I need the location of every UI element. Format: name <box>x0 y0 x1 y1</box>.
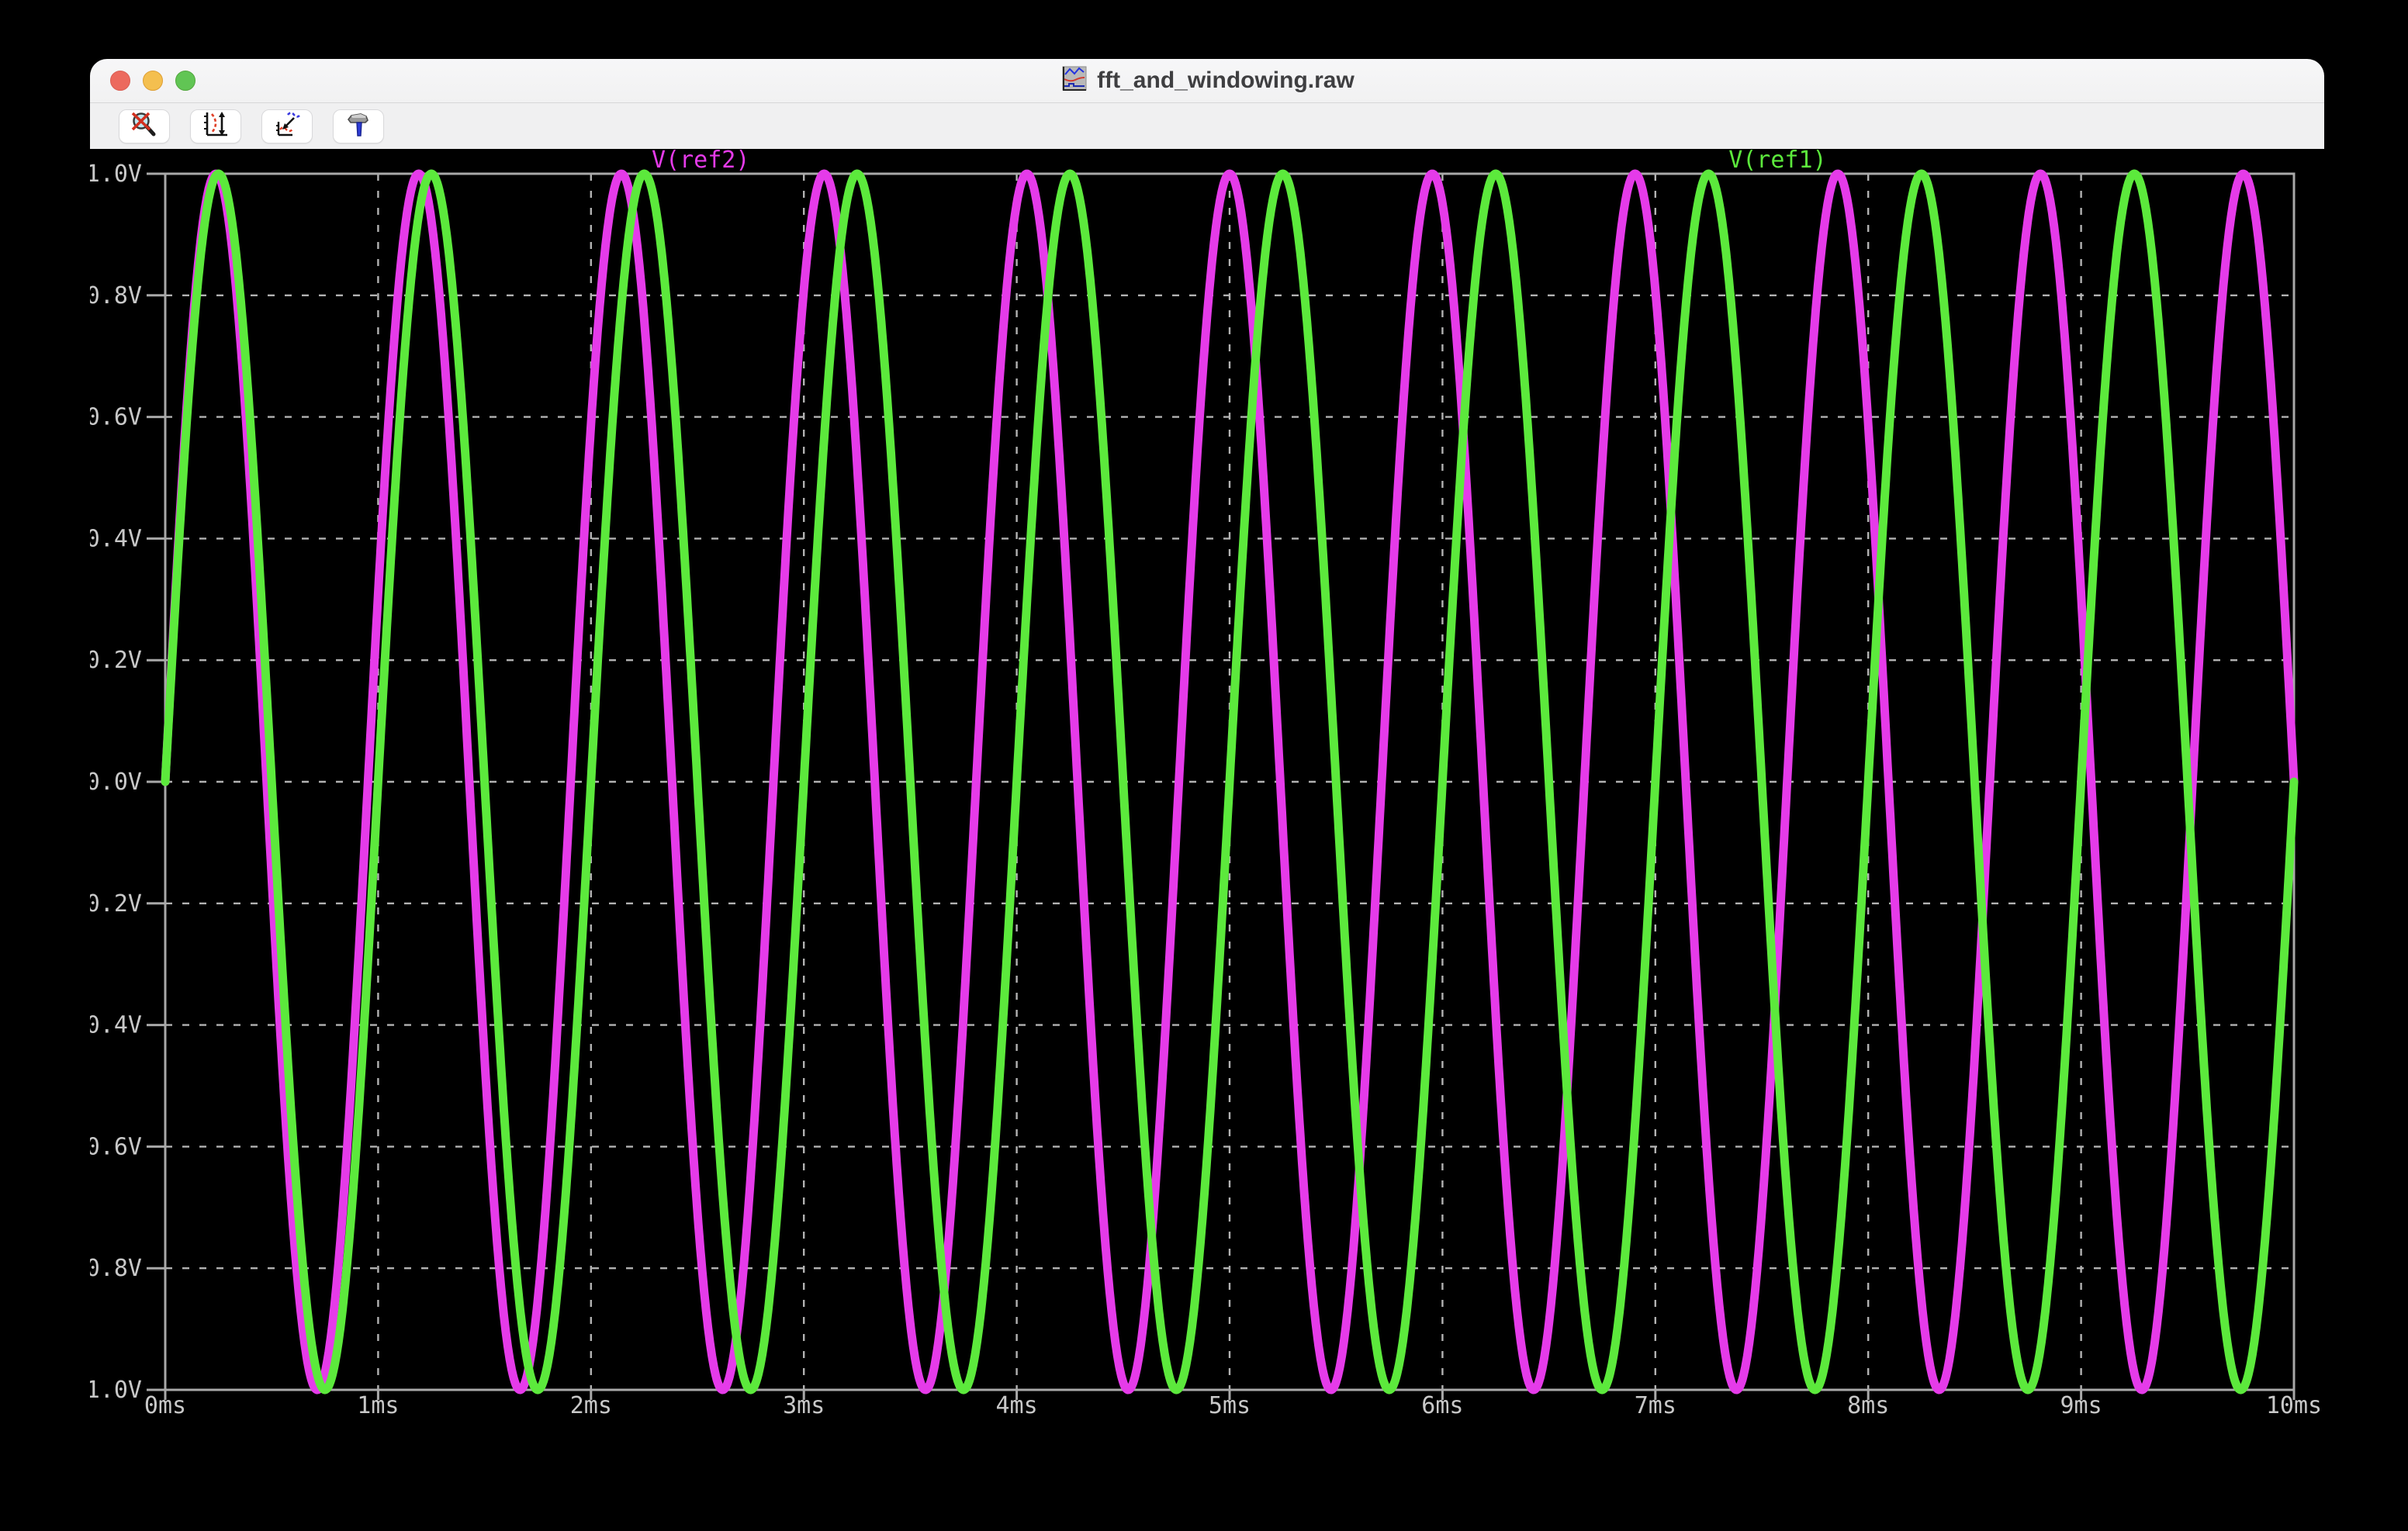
waveform-plot[interactable]: 1.0V 0.8V 0.6V 0.4V 0.2V 0.0V -0.2V -0.4V -0.6V -… <box>90 149 2324 1416</box>
x-axis-label: 9ms <box>2060 1392 2102 1416</box>
y-axis-label: -0.2V <box>90 890 142 918</box>
x-axis-label: 5ms <box>1209 1392 1251 1416</box>
y-axis-label: 0.0V <box>90 769 142 796</box>
window-title: fft_and_windowing.raw <box>1097 67 1354 94</box>
document-waveform-icon <box>1060 65 1088 97</box>
y-axis-label: -0.4V <box>90 1012 142 1039</box>
magnifier-crossed-icon <box>130 111 159 141</box>
y-axis-label: 0.2V <box>90 647 142 674</box>
x-axis-label: 3ms <box>783 1392 825 1416</box>
x-axis-label: 7ms <box>1635 1392 1676 1416</box>
x-axis-label: 1ms <box>357 1392 399 1416</box>
title-bar[interactable]: fft_and_windowing.raw <box>90 59 2324 103</box>
x-axis-label: 8ms <box>1847 1392 1889 1416</box>
trace-label-V(ref2)[interactable]: V(ref2) <box>652 149 749 174</box>
trace-V(ref1) <box>165 174 2294 1390</box>
autorange-y-axis-icon <box>201 111 230 141</box>
trace-label-V(ref1)[interactable]: V(ref1) <box>1728 149 1826 174</box>
plot-pane[interactable]: 1.0V 0.8V 0.6V 0.4V 0.2V 0.0V -0.2V -0.4V -0.6V -… <box>90 149 2324 1416</box>
window-controls <box>90 59 195 102</box>
zoom-button[interactable] <box>175 71 195 91</box>
y-axis-label: 1.0V <box>90 161 142 188</box>
y-axis-label: -0.6V <box>90 1133 142 1160</box>
minimize-button[interactable] <box>143 71 163 91</box>
title-group: fft_and_windowing.raw <box>1060 65 1354 97</box>
pan-to-origin-icon <box>272 111 302 141</box>
x-axis-label: 2ms <box>570 1392 612 1416</box>
toolbar <box>90 103 2324 149</box>
autorange-y-button[interactable] <box>190 109 241 143</box>
y-axis-label: 0.8V <box>90 282 142 309</box>
x-axis-label: 4ms <box>996 1392 1038 1416</box>
x-axis-label: 10ms <box>2266 1392 2322 1416</box>
x-axis-label: 6ms <box>1421 1392 1463 1416</box>
y-axis-label: 0.4V <box>90 525 142 552</box>
replot-pan-button[interactable] <box>261 109 313 143</box>
close-button[interactable] <box>110 71 130 91</box>
desktop: fft_and_windowing.raw <box>0 0 2408 1531</box>
control-panel-button[interactable] <box>333 109 384 143</box>
zoom-back-button[interactable] <box>119 109 170 143</box>
y-axis-label: 0.6V <box>90 404 142 431</box>
y-axis-label: -1.0V <box>90 1377 142 1404</box>
y-axis-label: -0.8V <box>90 1255 142 1282</box>
waveform-viewer-window: fft_and_windowing.raw <box>90 59 2324 1416</box>
hammer-icon <box>344 111 373 141</box>
x-axis-label: 0ms <box>144 1392 186 1416</box>
